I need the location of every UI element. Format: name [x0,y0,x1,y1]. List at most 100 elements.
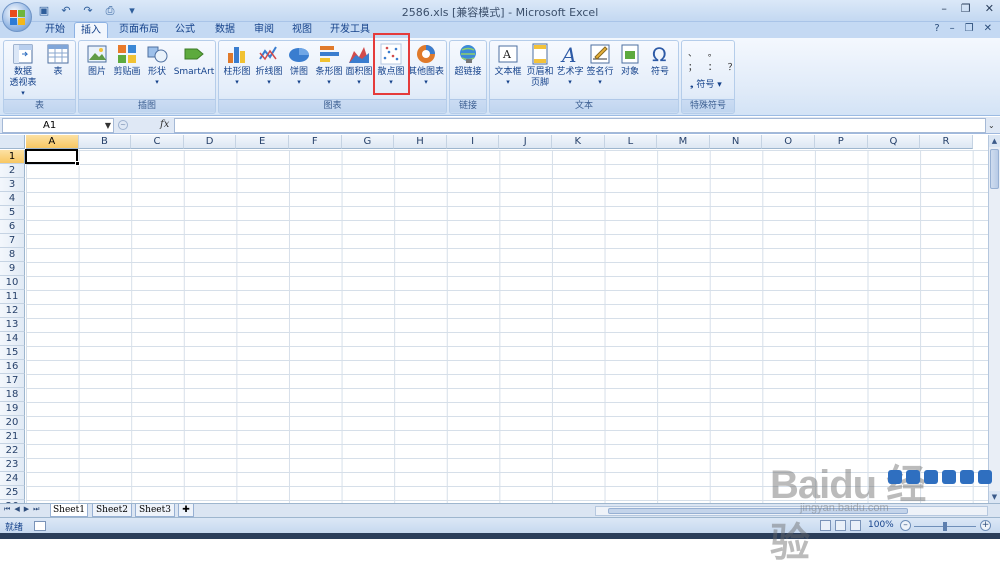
tab-review[interactable]: 审阅 [249,22,279,38]
row-header[interactable]: 23 [0,458,25,472]
symbol-button[interactable]: Ω 符号 [644,43,676,78]
table-button[interactable]: 表 [42,43,74,78]
hyperlink-button[interactable]: 超链接 [452,43,484,78]
row-header[interactable]: 16 [0,360,25,374]
row-header[interactable]: 14 [0,332,25,346]
float-tool-3-icon[interactable] [924,470,938,484]
office-button[interactable] [2,2,32,32]
zoom-slider-thumb[interactable] [943,522,947,531]
close-button[interactable]: ✕ [985,2,994,15]
tab-page-layout[interactable]: 页面布局 [116,22,162,38]
row-header[interactable]: 18 [0,388,25,402]
tab-formulas[interactable]: 公式 [170,22,200,38]
chevron-down-icon[interactable]: ▼ [105,119,111,132]
column-header[interactable]: E [236,135,289,149]
pivot-table-button[interactable]: 数据 透视表 ▾ [7,43,39,97]
object-button[interactable]: 对象 [614,43,646,78]
insert-sheet-icon[interactable]: ✚ [178,504,194,517]
row-header[interactable]: 20 [0,416,25,430]
float-tool-1-icon[interactable] [888,470,902,484]
restore-button[interactable]: ❐ [961,2,971,15]
shapes-button[interactable]: 形状 ▾ [141,43,173,86]
normal-view-icon[interactable] [820,520,831,531]
active-cell[interactable] [25,149,80,166]
row-header[interactable]: 6 [0,220,25,234]
tab-insert[interactable]: 插入 [74,22,108,38]
zoom-level[interactable]: 100% [868,520,894,530]
float-tool-4-icon[interactable] [942,470,956,484]
column-header[interactable]: P [815,135,868,149]
symbol-dropdown[interactable]: ❟ 符号 ▾ [690,77,722,90]
row-header[interactable]: 15 [0,346,25,360]
workbook-close-icon[interactable]: ✕ [984,23,992,34]
row-header[interactable]: 8 [0,248,25,262]
row-header[interactable]: 11 [0,290,25,304]
ribbon-restore-icon[interactable]: ❐ [965,23,974,34]
column-header[interactable]: R [920,135,973,149]
column-header[interactable]: D [183,135,237,149]
column-header[interactable]: A [26,135,79,149]
sheet-tab-2[interactable]: Sheet2 [92,504,132,517]
zoom-in-icon[interactable]: + [980,520,991,531]
textbox-button[interactable]: A 文本框 ▾ [492,43,524,86]
row-header[interactable]: 25 [0,486,25,500]
column-header[interactable]: I [446,135,500,149]
row-header[interactable]: 21 [0,430,25,444]
minimize-button[interactable]: – [941,2,947,15]
clipart-button[interactable]: 剪贴画 [111,43,143,78]
pie-chart-button[interactable]: 饼图 ▾ [283,43,315,86]
scroll-down-icon[interactable]: ▼ [989,491,1000,503]
row-header[interactable]: 3 [0,178,25,192]
fill-handle[interactable] [75,161,80,166]
smartart-button[interactable]: SmartArt [174,43,214,78]
vertical-scroll-thumb[interactable] [990,149,999,189]
row-header[interactable]: 9 [0,262,25,276]
row-header[interactable]: 2 [0,164,25,178]
header-footer-button[interactable]: 页眉和 页脚 [524,43,556,89]
name-box[interactable]: A1 ▼ [2,118,114,133]
signature-line-button[interactable]: 签名行 ▾ [584,43,616,86]
column-header[interactable]: O [762,135,815,149]
page-break-view-icon[interactable] [850,520,861,531]
macro-record-icon[interactable] [34,521,46,531]
ribbon-minimize-icon[interactable]: – [950,23,955,34]
insert-function-button[interactable]: fx [160,119,169,130]
column-header[interactable]: M [657,135,710,149]
cell-area[interactable] [26,150,988,503]
scroll-up-icon[interactable]: ▲ [989,135,1000,147]
sheet-tab-1[interactable]: Sheet1 [50,504,88,517]
wordart-button[interactable]: A 艺术字 ▾ [554,43,586,86]
bar-chart-button[interactable]: 条形图 ▾ [313,43,345,86]
sheet-tab-3[interactable]: Sheet3 [135,504,175,517]
last-sheet-icon[interactable]: ⏭ [33,505,39,514]
row-header[interactable]: 13 [0,318,25,332]
row-header[interactable]: 19 [0,402,25,416]
tab-data[interactable]: 数据 [210,22,240,38]
horizontal-scroll-thumb[interactable] [608,508,908,514]
picture-button[interactable]: 图片 [81,43,113,78]
zoom-out-icon[interactable]: – [900,520,911,531]
float-tool-2-icon[interactable] [906,470,920,484]
column-header[interactable]: J [499,135,552,149]
first-sheet-icon[interactable]: ⏮ [4,505,10,514]
column-header[interactable]: H [394,135,447,149]
formula-input[interactable] [174,118,986,133]
column-header[interactable]: G [341,135,395,149]
tab-view[interactable]: 视图 [287,22,317,38]
row-header[interactable]: 24 [0,472,25,486]
tab-home[interactable]: 开始 [40,22,70,38]
prev-sheet-icon[interactable]: ◀ [14,505,19,514]
page-layout-view-icon[interactable] [835,520,846,531]
next-sheet-icon[interactable]: ▶ [24,505,29,514]
column-header[interactable]: C [131,135,184,149]
zoom-slider[interactable] [914,522,976,531]
column-header[interactable]: L [604,135,658,149]
vertical-scrollbar[interactable]: ▲ ▼ [988,135,1000,503]
row-header[interactable]: 5 [0,206,25,220]
column-header[interactable]: B [78,135,132,149]
horizontal-scrollbar[interactable] [595,506,988,516]
line-chart-button[interactable]: 折线图 ▾ [253,43,285,86]
tab-developer[interactable]: 开发工具 [326,22,374,38]
row-header[interactable]: 7 [0,234,25,248]
row-header[interactable]: 17 [0,374,25,388]
